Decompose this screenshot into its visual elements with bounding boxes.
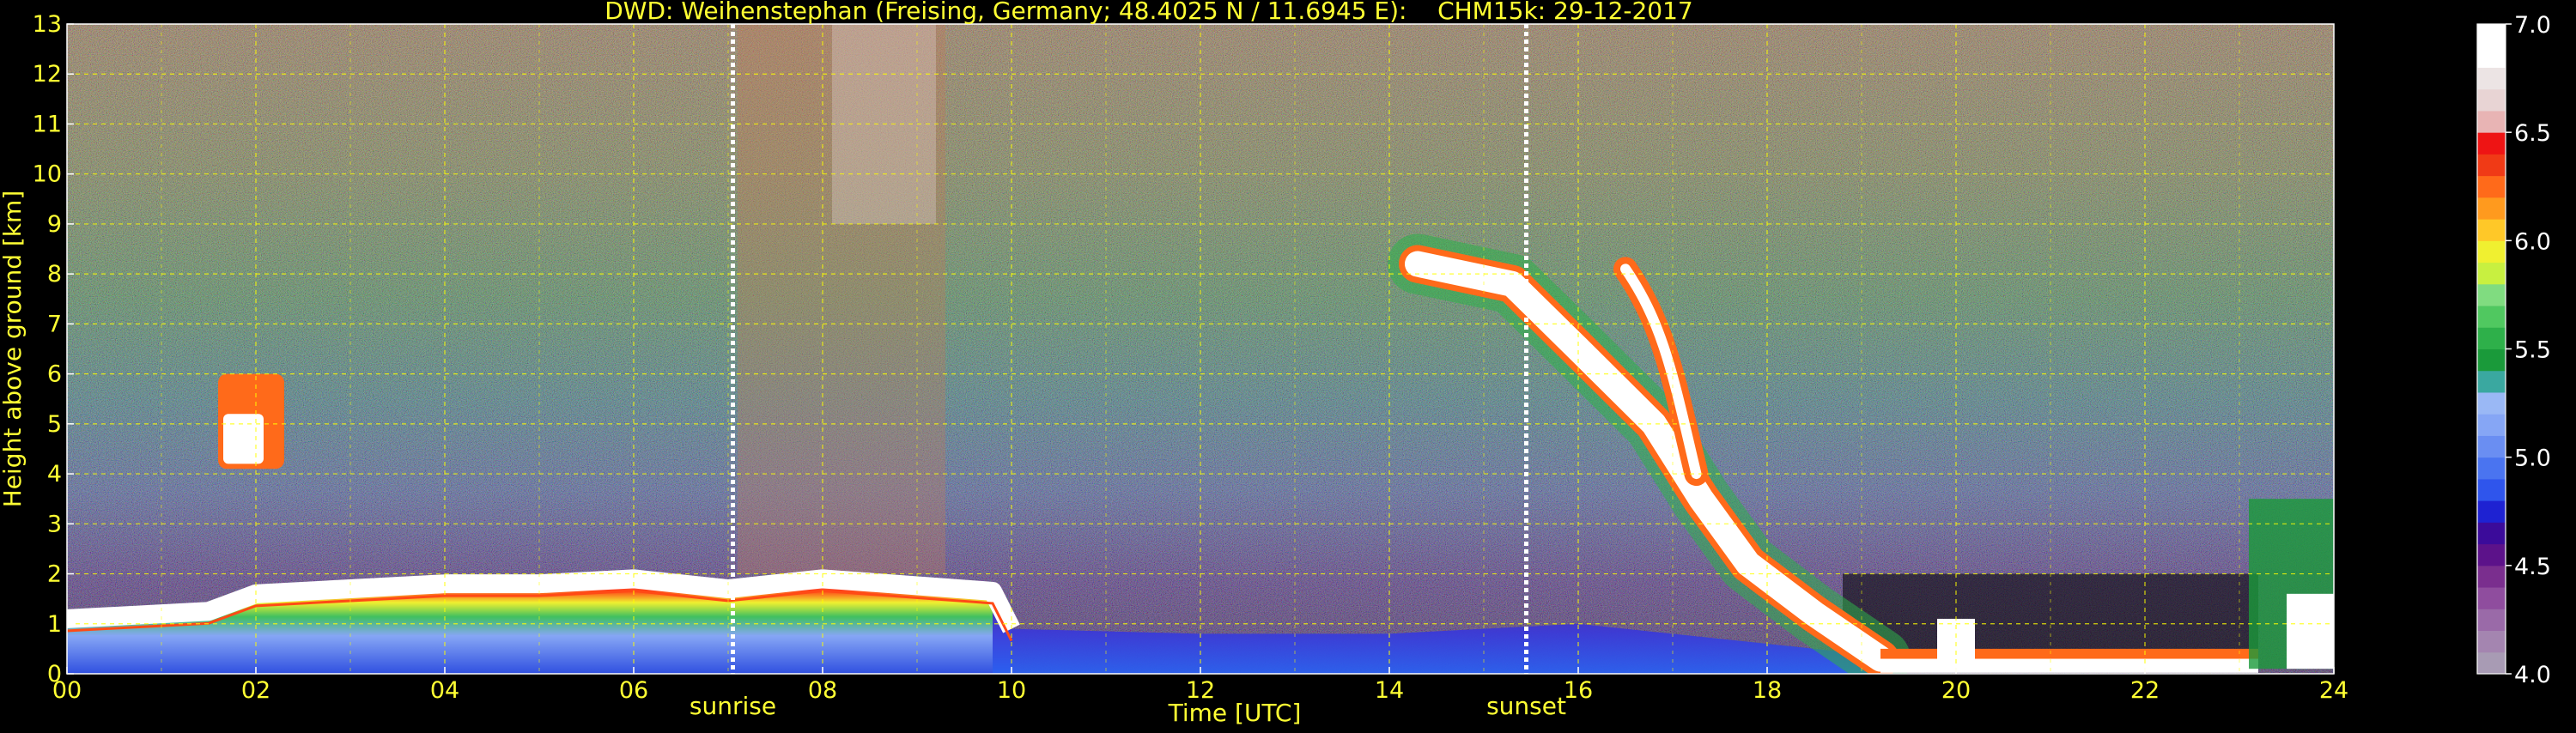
y-tick-label: 8: [47, 261, 62, 288]
chart-svg: 00 02 04 06 08 10 12 14 16 18 20 22 2401234567891011…: [0, 0, 2551, 727]
colorbar-segment: [2477, 370, 2506, 393]
colorbar-segment: [2477, 197, 2506, 220]
x-tick-label: 16: [1564, 677, 1593, 704]
colorbar-segment: [2477, 651, 2506, 675]
chart-title: DWD: Weihenstephan (Freising, Germany; 4…: [605, 0, 1693, 25]
colorbar-tick-label: 7.0: [2514, 12, 2551, 39]
colorbar-tick-label: 5.5: [2514, 337, 2551, 364]
colorbar-segment: [2477, 522, 2506, 545]
y-tick-label: 1: [47, 611, 62, 638]
y-tick-label: 3: [47, 511, 62, 537]
colorbar-tick-label: 4.0: [2514, 662, 2551, 688]
colorbar-segment: [2477, 414, 2506, 436]
y-tick-label: 7: [47, 311, 62, 337]
y-tick-label: 11: [33, 111, 62, 137]
y-axis-label: Height above ground [km]: [0, 191, 27, 508]
colorbar-segment: [2477, 457, 2506, 480]
x-tick-label: 24: [2319, 677, 2348, 704]
colorbar-segment: [2477, 500, 2506, 523]
colorbar-segment: [2477, 609, 2506, 632]
colorbar-segment: [2477, 327, 2506, 349]
x-tick-label: 14: [1375, 677, 1404, 704]
colorbar-segment: [2477, 348, 2506, 372]
colorbar-tick-label: 5.0: [2514, 445, 2551, 472]
colorbar-segment: [2477, 543, 2506, 566]
y-tick-label: 9: [47, 211, 62, 238]
x-tick-label: 08: [808, 677, 837, 704]
colorbar-segment: [2477, 478, 2506, 501]
colorbar-segment: [2477, 306, 2506, 328]
x-tick-label: 04: [430, 677, 459, 704]
x-tick-label: 06: [619, 677, 648, 704]
y-tick-label: 10: [33, 161, 62, 188]
x-tick-label: 10: [997, 677, 1026, 704]
colorbar-segment: [2477, 240, 2506, 264]
colorbar-segment: [2477, 219, 2506, 241]
colorbar-segment: [2477, 435, 2506, 458]
colorbar-segment: [2477, 154, 2506, 177]
colorbar-tick-label: 6.5: [2514, 120, 2551, 147]
colorbar-segment: [2477, 283, 2506, 306]
y-tick-label: 2: [47, 561, 62, 588]
y-tick-label: 6: [47, 361, 62, 388]
colorbar-segment: [2477, 262, 2506, 285]
ceilometer-chart: 00 02 04 06 08 10 12 14 16 18 20 22 24 0 1 2 3 4 5 6 7 8 9 10 11…: [0, 0, 2576, 730]
y-tick-label: 4: [47, 461, 62, 488]
colorbar-segment: [2477, 67, 2506, 90]
colorbar-segment: [2477, 132, 2506, 154]
colorbar-segment: [2477, 565, 2506, 588]
x-tick-label: 18: [1753, 677, 1782, 704]
cloud-early-morning-core: [223, 414, 264, 464]
y-tick-label: 0: [47, 661, 62, 688]
colorbar-segment: [2477, 630, 2506, 653]
y-tick-label: 5: [47, 411, 62, 438]
colorbar-segment: [2477, 587, 2506, 609]
colorbar-segment: [2477, 45, 2506, 68]
x-tick-label: 02: [241, 677, 270, 704]
colorbar-tick-label: 4.5: [2514, 554, 2551, 580]
y-tick-label: 13: [33, 11, 62, 38]
x-tick-label: 22: [2130, 677, 2160, 704]
colorbar-segment: [2477, 391, 2506, 415]
cloud-late-night-core: [2287, 593, 2334, 669]
colorbar-segment: [2477, 24, 2506, 46]
colorbar-tick-label: 6.0: [2514, 228, 2551, 255]
colorbar-segment: [2477, 110, 2506, 133]
colorbar-segment: [2477, 175, 2506, 198]
annotation-label: sunrise: [690, 692, 776, 720]
x-axis-label: Time [UTC]: [1168, 699, 1302, 727]
x-tick-label: 20: [1941, 677, 1971, 704]
annotation-label: sunset: [1486, 692, 1566, 720]
y-tick-label: 12: [33, 61, 62, 88]
colorbar-segment: [2477, 88, 2506, 112]
